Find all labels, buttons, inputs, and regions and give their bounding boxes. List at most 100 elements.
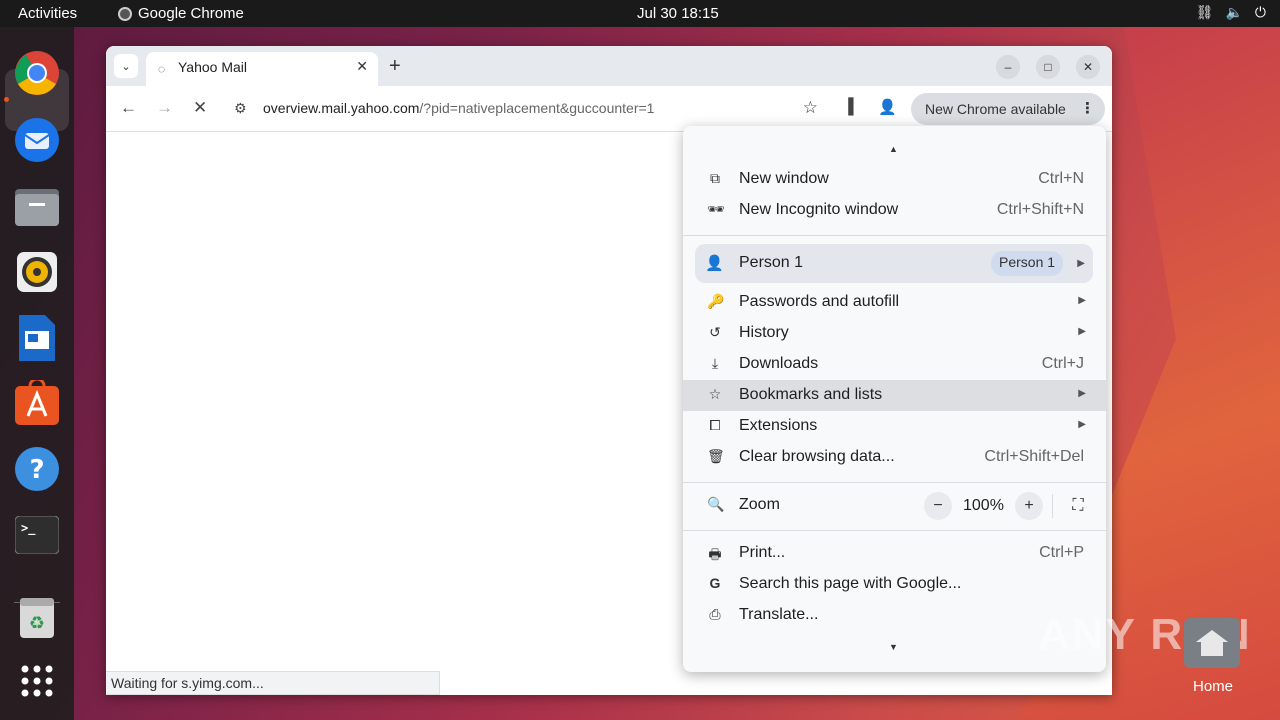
writer-icon[interactable] bbox=[13, 314, 61, 362]
google-g-icon: G bbox=[709, 575, 721, 591]
scroll-down-icon[interactable]: ▼ bbox=[889, 642, 898, 652]
download-icon: ⤓ bbox=[711, 355, 719, 371]
menu-item-search-page[interactable]: G Search this page with Google... bbox=[683, 569, 1106, 600]
svg-text:♻: ♻ bbox=[29, 613, 45, 634]
app-menu[interactable]: Google Chrome bbox=[118, 5, 244, 22]
trash-icon[interactable]: ♻ bbox=[13, 594, 61, 642]
system-tray[interactable]: ⛓ 🔈 ⏻ bbox=[1196, 4, 1266, 21]
menu-shortcut: Ctrl+N bbox=[1038, 170, 1084, 187]
chrome-menu: ▲ ⧉ New window Ctrl+N 🕶 New Incognito wi… bbox=[683, 126, 1106, 672]
forward-icon[interactable]: → bbox=[156, 98, 173, 118]
tab-title: Yahoo Mail bbox=[178, 59, 248, 75]
chrome-icon[interactable] bbox=[13, 49, 61, 97]
menu-item-new-window[interactable]: ⧉ New window Ctrl+N bbox=[683, 164, 1106, 195]
side-panel-icon[interactable]: ▐ bbox=[843, 98, 854, 115]
home-folder-icon[interactable] bbox=[1184, 618, 1240, 668]
activities-button[interactable]: Activities bbox=[18, 5, 77, 22]
menu-label: Bookmarks and lists bbox=[739, 386, 883, 403]
menu-shortcut: Ctrl+P bbox=[1039, 544, 1084, 561]
app-grid-icon[interactable] bbox=[13, 657, 61, 705]
stop-loading-icon[interactable]: ✕ bbox=[193, 98, 207, 118]
key-icon: 🔑 bbox=[707, 293, 725, 309]
menu-item-bookmarks[interactable]: ☆ Bookmarks and lists ▶ bbox=[683, 380, 1106, 411]
menu-label: New Incognito window bbox=[739, 201, 899, 218]
submenu-arrow-icon: ▶ bbox=[1078, 295, 1086, 306]
chevron-down-icon: ⌄ bbox=[121, 60, 131, 73]
url-text: overview.mail.yahoo.com/?pid=nativeplace… bbox=[263, 100, 654, 116]
menu-shortcut: Ctrl+Shift+N bbox=[996, 201, 1084, 218]
menu-label: Translate... bbox=[739, 606, 819, 623]
profile-icon[interactable]: 👤 bbox=[878, 98, 897, 116]
menu-label: Search this page with Google... bbox=[739, 575, 962, 592]
menu-label: Extensions bbox=[739, 417, 818, 434]
zoom-out-button[interactable]: − bbox=[924, 492, 952, 520]
files-icon[interactable] bbox=[13, 182, 61, 230]
menu-item-extensions[interactable]: ⧠ Extensions ▶ bbox=[683, 411, 1106, 442]
tab-strip: ⌄ ◌ Yahoo Mail ✕ + – □ ✕ bbox=[106, 46, 1112, 86]
menu-label: Zoom bbox=[739, 496, 780, 513]
tab-close-button[interactable]: ✕ bbox=[356, 58, 368, 75]
app-name: Google Chrome bbox=[138, 5, 244, 22]
star-icon: ☆ bbox=[708, 386, 722, 402]
zoom-icon: 🔍 bbox=[707, 496, 725, 512]
svg-text:>_: >_ bbox=[21, 521, 36, 536]
menu-item-clear-data[interactable]: 🗑 Clear browsing data... Ctrl+Shift+Del bbox=[683, 442, 1106, 473]
puzzle-icon: ⧠ bbox=[709, 417, 721, 433]
menu-label: Print... bbox=[739, 544, 786, 561]
chrome-small-icon bbox=[118, 6, 132, 21]
zoom-level: 100% bbox=[963, 497, 1004, 514]
menu-label: History bbox=[739, 324, 789, 341]
site-info-icon[interactable]: ⚙ bbox=[234, 100, 247, 117]
home-folder-label: Home bbox=[1193, 678, 1234, 695]
bookmark-star-icon[interactable]: ☆ bbox=[803, 98, 818, 118]
thunderbird-icon[interactable] bbox=[13, 116, 61, 164]
new-chrome-available-button[interactable]: New Chrome available ⋮ bbox=[911, 93, 1105, 125]
fullscreen-button[interactable]: ⛶ bbox=[1064, 492, 1092, 520]
url-host: overview.mail.yahoo.com bbox=[263, 100, 420, 116]
translate-icon: ⎙ bbox=[709, 606, 721, 622]
menu-label: Downloads bbox=[739, 355, 819, 372]
status-bar: Waiting for s.yimg.com... bbox=[106, 671, 440, 695]
history-icon: ↺ bbox=[709, 324, 721, 340]
top-bar: Activities Google Chrome Jul 30 18:15 ⛓ … bbox=[0, 0, 1280, 27]
app-center-icon[interactable] bbox=[13, 379, 61, 427]
menu-label: New window bbox=[739, 170, 829, 187]
zoom-in-button[interactable]: + bbox=[1015, 492, 1043, 520]
menu-separator bbox=[683, 235, 1106, 236]
help-icon[interactable]: ? bbox=[13, 445, 61, 493]
incognito-icon: 🕶 bbox=[707, 201, 725, 217]
clock[interactable]: Jul 30 18:15 bbox=[637, 5, 719, 22]
address-bar[interactable]: ⚙ overview.mail.yahoo.com/?pid=nativepla… bbox=[224, 93, 826, 125]
menu-label: Person 1 bbox=[739, 254, 804, 271]
menu-item-incognito[interactable]: 🕶 New Incognito window Ctrl+Shift+N bbox=[683, 195, 1106, 226]
new-tab-button[interactable]: + bbox=[389, 55, 401, 78]
minimize-button[interactable]: – bbox=[996, 55, 1020, 79]
menu-item-passwords[interactable]: 🔑 Passwords and autofill ▶ bbox=[683, 287, 1106, 318]
menu-item-downloads[interactable]: ⤓ Downloads Ctrl+J bbox=[683, 349, 1106, 380]
person-icon: 👤 bbox=[705, 255, 724, 272]
zoom-divider bbox=[1052, 494, 1053, 518]
menu-item-history[interactable]: ↺ History ▶ bbox=[683, 318, 1106, 349]
scroll-up-icon[interactable]: ▲ bbox=[889, 144, 898, 154]
back-icon[interactable]: ← bbox=[120, 98, 137, 118]
url-path: /?pid=nativeplacement&guccounter=1 bbox=[419, 100, 655, 116]
tab-yahoo-mail[interactable]: ◌ Yahoo Mail ✕ bbox=[146, 52, 378, 86]
tab-search-button[interactable]: ⌄ bbox=[114, 54, 138, 78]
svg-text:?: ? bbox=[29, 455, 44, 485]
submenu-arrow-icon: ▶ bbox=[1077, 258, 1085, 269]
update-chip-label: New Chrome available bbox=[925, 101, 1066, 117]
menu-separator bbox=[683, 530, 1106, 531]
close-window-button[interactable]: ✕ bbox=[1076, 55, 1100, 79]
menu-item-print[interactable]: 🖶 Print... Ctrl+P bbox=[683, 538, 1106, 569]
terminal-icon[interactable]: >_ bbox=[13, 511, 61, 559]
menu-label: Passwords and autofill bbox=[739, 293, 900, 310]
menu-separator bbox=[683, 482, 1106, 483]
kebab-menu-icon: ⋮ bbox=[1080, 100, 1095, 117]
rhythmbox-icon[interactable] bbox=[13, 248, 61, 296]
network-icon: ⛓ bbox=[1195, 4, 1214, 20]
maximize-button[interactable]: □ bbox=[1036, 55, 1060, 79]
submenu-arrow-icon: ▶ bbox=[1078, 419, 1086, 430]
menu-shortcut: Ctrl+Shift+Del bbox=[984, 448, 1084, 465]
menu-label: Clear browsing data... bbox=[739, 448, 895, 465]
menu-item-person[interactable]: 👤 Person 1 Person 1 ▶ bbox=[695, 244, 1093, 283]
